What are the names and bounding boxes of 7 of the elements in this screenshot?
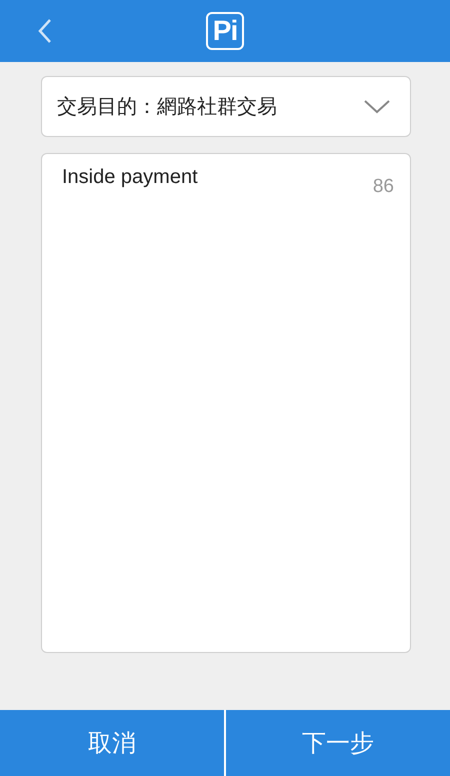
back-button[interactable] bbox=[36, 18, 54, 44]
app-logo: Pi bbox=[206, 12, 244, 50]
character-counter: 86 bbox=[372, 176, 394, 198]
purpose-dropdown[interactable]: 交易目的：網路社群交易 bbox=[41, 76, 411, 137]
chevron-down-icon bbox=[364, 100, 390, 114]
back-icon bbox=[36, 18, 54, 44]
purpose-value: 交易目的：網路社群交易 bbox=[57, 95, 278, 120]
